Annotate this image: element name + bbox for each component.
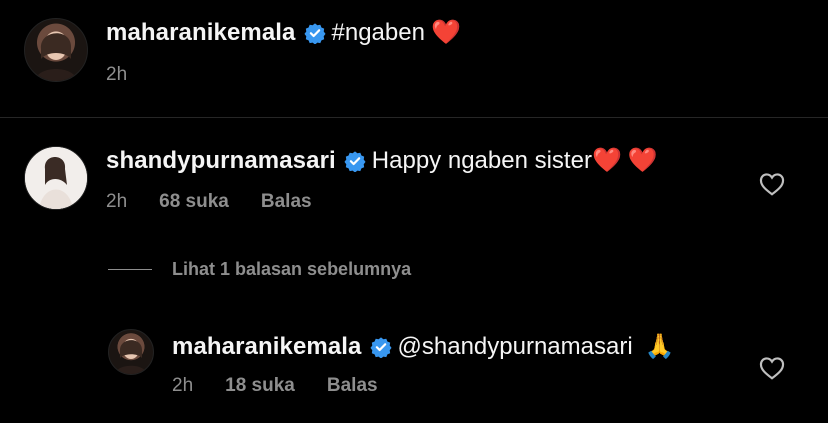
reply-button[interactable]: Balas (261, 191, 312, 213)
view-previous-label[interactable]: Lihat 1 balasan sebelumnya (172, 259, 411, 280)
avatar-photo (115, 340, 147, 374)
username[interactable]: maharanikemala (106, 19, 296, 47)
praying-hands-emoji: 🙏 (644, 333, 675, 360)
username[interactable]: maharanikemala (172, 333, 362, 361)
comment-text[interactable]: Happy ngaben sister (372, 147, 592, 175)
comment-time: 2h (106, 64, 128, 85)
verified-badge-icon (369, 336, 392, 358)
heart-outline-icon[interactable] (759, 172, 785, 196)
avatar[interactable] (24, 18, 88, 82)
divider (108, 269, 152, 270)
verified-badge-icon (344, 150, 366, 172)
comment-time: 2h (106, 191, 128, 212)
username[interactable]: shandypurnamasari (106, 147, 336, 175)
heart-emoji: ❤️ (591, 147, 622, 174)
comment-time: 2h (172, 375, 194, 396)
heart-emoji: ❤️ (430, 19, 461, 46)
divider (0, 117, 828, 118)
avatar[interactable] (24, 146, 88, 210)
avatar-photo (25, 147, 87, 209)
comment-text[interactable]: #ngaben (332, 19, 425, 47)
heart-outline-icon[interactable] (759, 356, 785, 380)
heart-emoji: ❤️ (627, 147, 658, 174)
like-count[interactable]: 18 suka (225, 375, 295, 397)
reply-button[interactable]: Balas (327, 375, 378, 397)
avatar[interactable] (108, 329, 154, 375)
avatar-photo (35, 33, 77, 81)
view-previous-replies[interactable]: Lihat 1 balasan sebelumnya (108, 259, 411, 280)
verified-badge-icon (303, 22, 326, 44)
like-count[interactable]: 68 suka (159, 191, 229, 213)
mention-link[interactable]: @shandypurnamasari (398, 333, 633, 361)
